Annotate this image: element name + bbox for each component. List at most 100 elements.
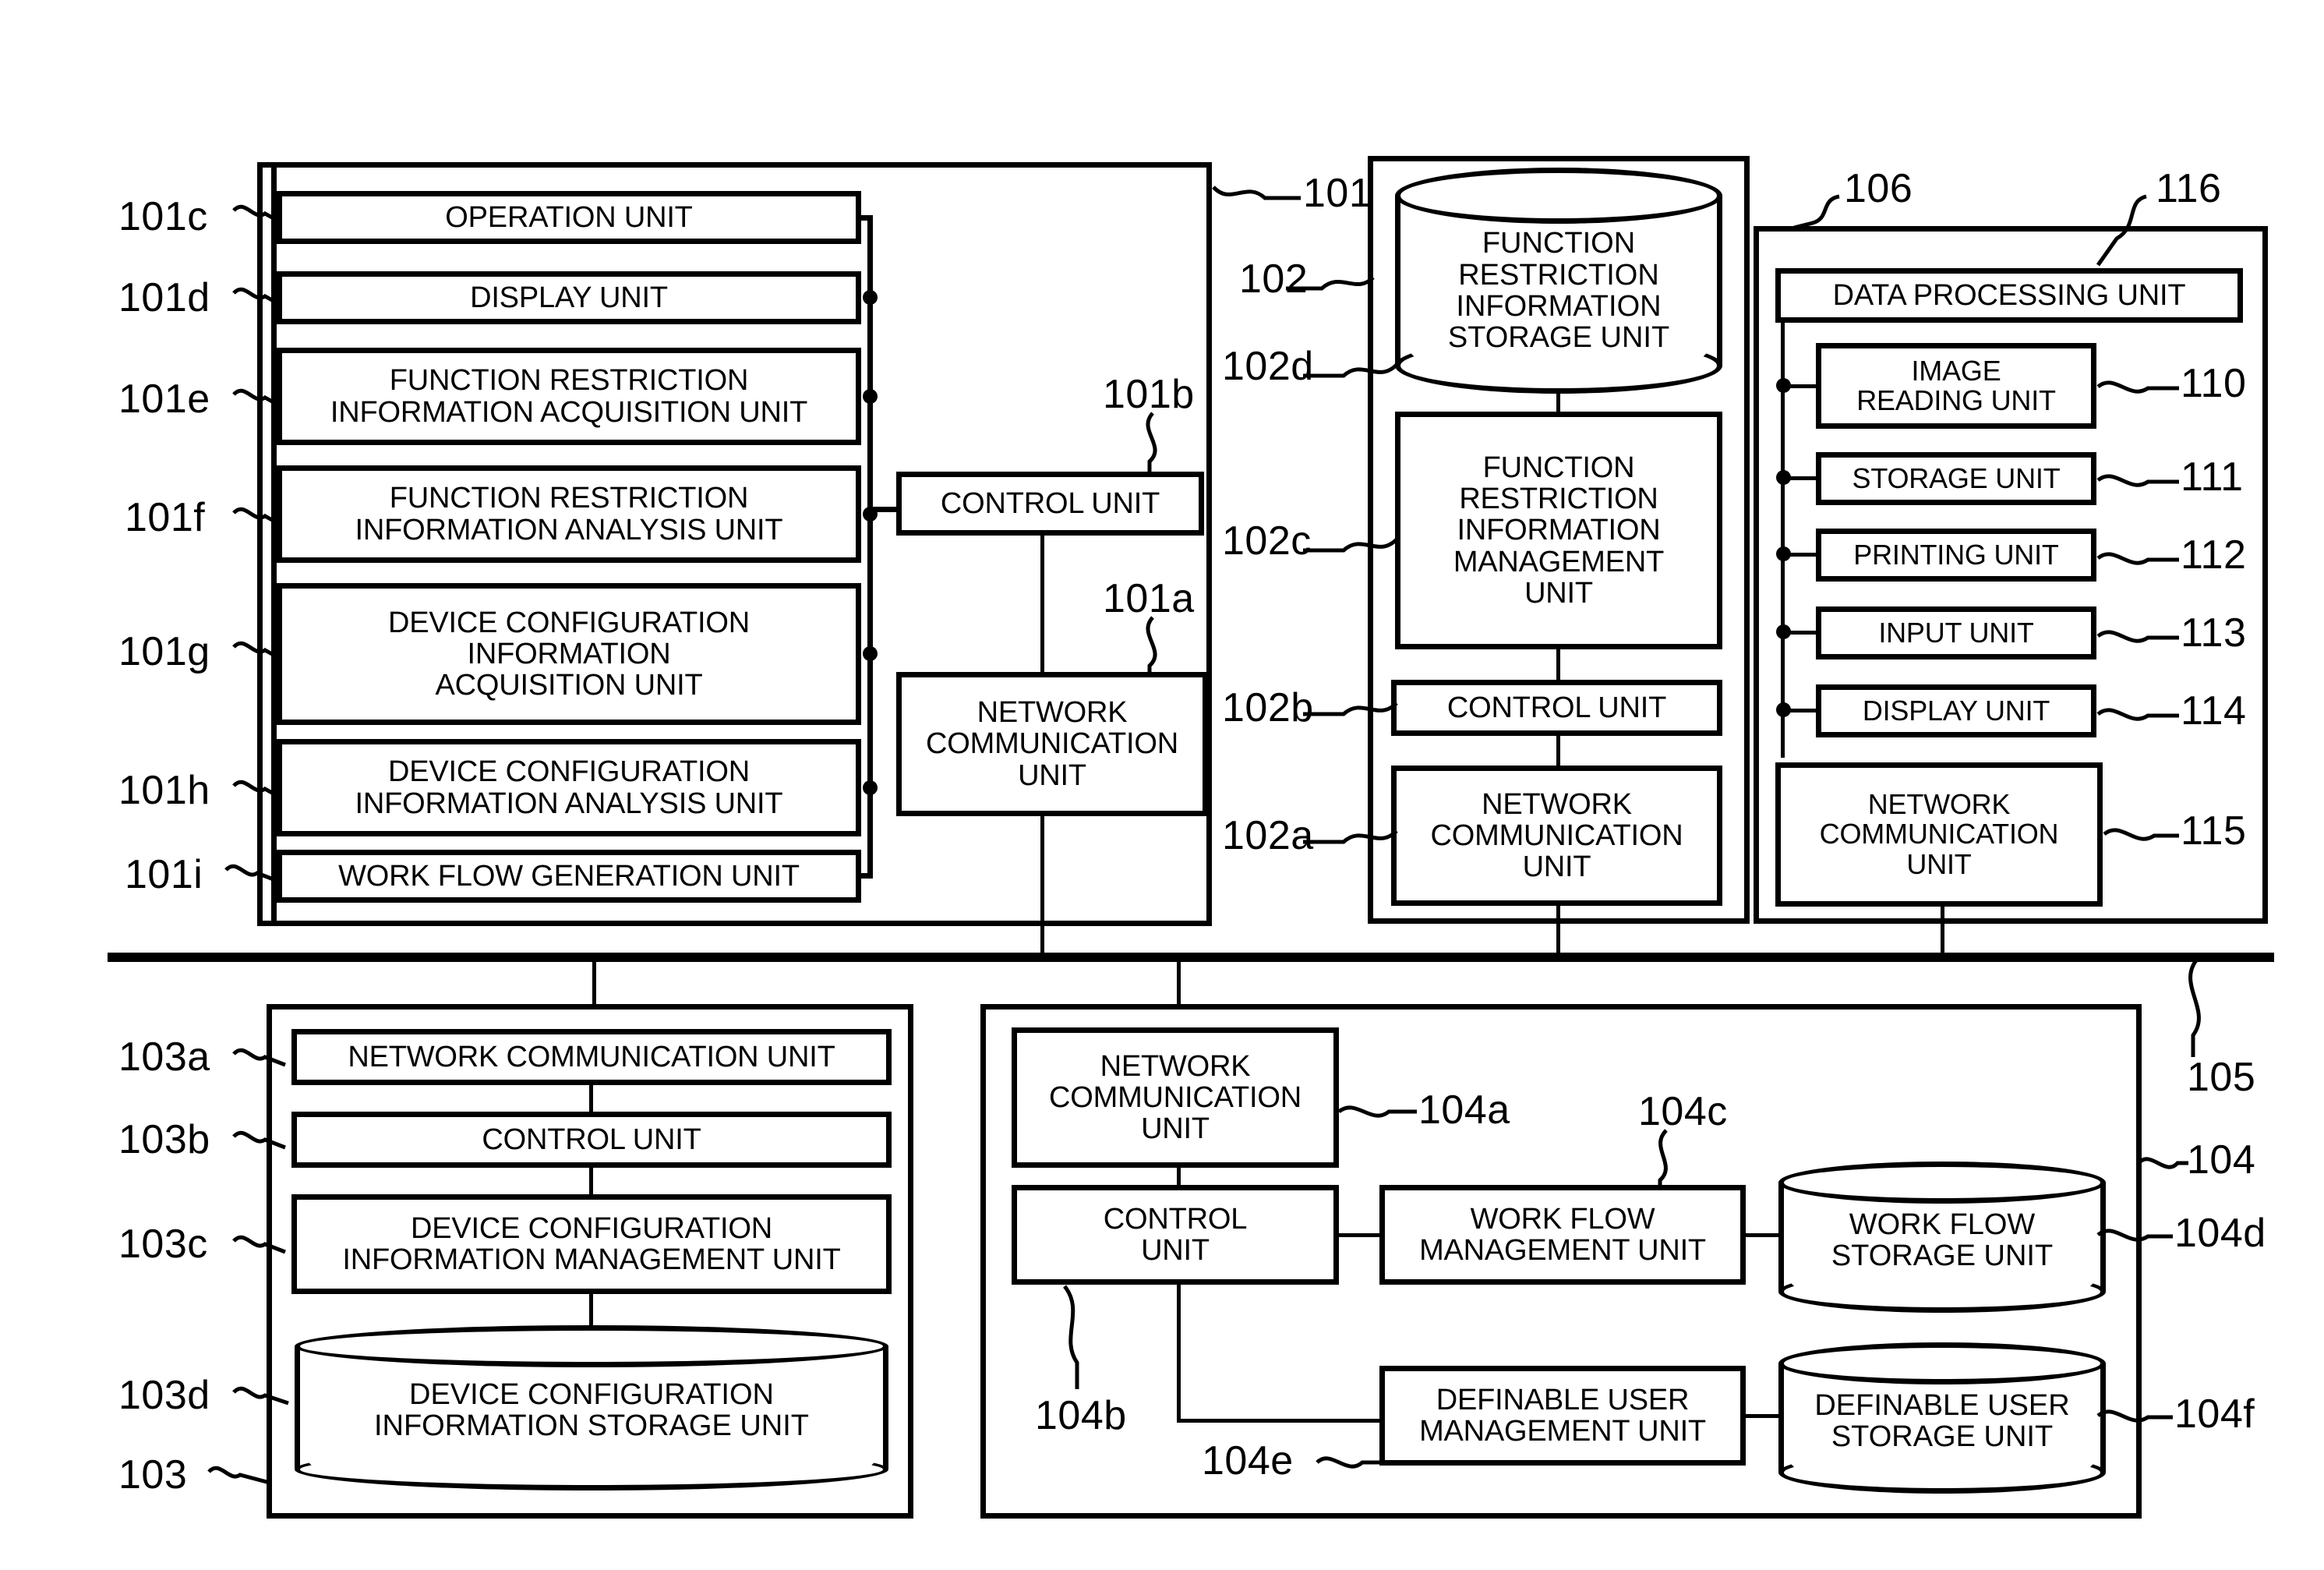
unit-display-114: DISPLAY UNIT bbox=[1816, 684, 2096, 737]
leader-103a bbox=[232, 1048, 286, 1067]
ref-104c: 104c bbox=[1638, 1089, 1728, 1134]
ref-104f: 104f bbox=[2174, 1391, 2255, 1437]
leader-104d bbox=[2096, 1229, 2173, 1242]
storage-func-restriction-102d: FUNCTION RESTRICTION INFORMATION STORAGE… bbox=[1395, 168, 1722, 394]
config-103c-to-103d bbox=[589, 1292, 593, 1328]
junction-dot-114 bbox=[1776, 702, 1791, 717]
unit-dev-cfg-info-acq-101g: DEVICE CONFIGURATION INFORMATION ACQUISI… bbox=[277, 583, 861, 725]
ref-103a: 103a bbox=[118, 1034, 210, 1080]
ref-101d: 101d bbox=[118, 275, 210, 320]
unit-func-restriction-mgmt-102c: FUNCTION RESTRICTION INFORMATION MANAGEM… bbox=[1395, 412, 1722, 649]
workflow-server-to-bus bbox=[1177, 956, 1181, 1004]
ref-115: 115 bbox=[2181, 808, 2247, 854]
storage-definable-user-104f: DEFINABLE USER STORAGE UNIT bbox=[1778, 1342, 2106, 1494]
ref-101g: 101g bbox=[118, 629, 210, 674]
workflow-104a-to-104b bbox=[1177, 1165, 1181, 1188]
leader-104e bbox=[1316, 1456, 1384, 1469]
ref-113: 113 bbox=[2181, 610, 2247, 656]
ref-106: 106 bbox=[1844, 166, 1913, 211]
junction-dot-112 bbox=[1776, 546, 1791, 561]
leader-101f bbox=[232, 507, 281, 526]
leader-114 bbox=[2096, 708, 2179, 721]
client-rail-stub-101i bbox=[860, 873, 873, 879]
unit-printing-112: PRINTING UNIT bbox=[1816, 529, 2096, 582]
ref-114: 114 bbox=[2181, 688, 2247, 734]
workflow-104b-to-104e bbox=[1177, 1419, 1383, 1423]
unit-dev-cfg-mgmt-103c: DEVICE CONFIGURATION INFORMATION MANAGEM… bbox=[291, 1194, 892, 1294]
unit-control-104b: CONTROL UNIT bbox=[1012, 1185, 1339, 1285]
workflow-104b-down bbox=[1177, 1282, 1181, 1421]
unit-operation-101c: OPERATION UNIT bbox=[277, 191, 861, 244]
config-103b-to-103c bbox=[589, 1166, 593, 1197]
junction-dot-101g bbox=[863, 646, 878, 661]
leader-101g bbox=[232, 641, 281, 660]
leader-101 bbox=[1212, 186, 1301, 200]
ref-101: 101 bbox=[1303, 171, 1372, 216]
junction-dot-113 bbox=[1776, 624, 1791, 639]
leader-101h bbox=[232, 780, 281, 799]
leader-116 bbox=[2096, 194, 2147, 267]
junction-dot-111 bbox=[1776, 470, 1791, 485]
ref-103c: 103c bbox=[118, 1222, 208, 1267]
unit-network-comm-102a: NETWORK COMMUNICATION UNIT bbox=[1391, 766, 1722, 906]
unit-input-113: INPUT UNIT bbox=[1816, 606, 2096, 659]
ref-110: 110 bbox=[2181, 361, 2247, 406]
client-left-rail bbox=[271, 168, 277, 924]
leader-102c bbox=[1303, 538, 1398, 553]
restriction-storage-to-mgmt bbox=[1556, 390, 1560, 415]
unit-func-restr-info-analysis-101f: FUNCTION RESTRICTION INFORMATION ANALYSI… bbox=[277, 465, 861, 563]
ref-103: 103 bbox=[118, 1452, 188, 1498]
unit-control-103b: CONTROL UNIT bbox=[291, 1112, 892, 1168]
ref-104a: 104a bbox=[1418, 1087, 1510, 1133]
leader-104 bbox=[2137, 1157, 2188, 1169]
unit-control-101b: CONTROL UNIT bbox=[896, 472, 1204, 536]
leader-103b bbox=[232, 1130, 286, 1150]
client-rail-to-control bbox=[867, 507, 899, 512]
config-server-to-bus bbox=[592, 956, 596, 1004]
leader-115 bbox=[2103, 828, 2179, 841]
unit-workflow-mgmt-104c: WORK FLOW MANAGEMENT UNIT bbox=[1379, 1185, 1746, 1285]
image-network-to-bus bbox=[1941, 904, 1944, 956]
leader-101a bbox=[1146, 616, 1157, 675]
leader-105 bbox=[2188, 959, 2201, 1057]
restriction-mgmt-to-control bbox=[1556, 648, 1560, 682]
leader-102 bbox=[1286, 276, 1375, 291]
ref-111: 111 bbox=[2181, 454, 2244, 500]
leader-101d bbox=[232, 287, 281, 306]
leader-103 bbox=[207, 1466, 270, 1485]
leader-101c bbox=[232, 204, 281, 224]
leader-113 bbox=[2096, 630, 2179, 643]
storage-definable-user-104f-label: DEFINABLE USER STORAGE UNIT bbox=[1814, 1388, 2070, 1453]
ref-105: 105 bbox=[2187, 1055, 2256, 1100]
storage-workflow-104d: WORK FLOW STORAGE UNIT bbox=[1778, 1162, 2106, 1313]
unit-network-comm-103a: NETWORK COMMUNICATION UNIT bbox=[291, 1029, 892, 1085]
unit-control-102b: CONTROL UNIT bbox=[1391, 680, 1722, 736]
workflow-104b-to-104c bbox=[1336, 1233, 1383, 1237]
client-network-to-bus bbox=[1040, 815, 1044, 956]
leader-104b bbox=[1062, 1285, 1079, 1389]
ref-104d: 104d bbox=[2174, 1211, 2266, 1256]
ref-101h: 101h bbox=[118, 768, 210, 813]
junction-dot-101e bbox=[863, 389, 878, 404]
client-control-to-network bbox=[1040, 534, 1044, 674]
unit-network-comm-115: NETWORK COMMUNICATION UNIT bbox=[1775, 762, 2103, 907]
unit-image-reading-110: IMAGE READING UNIT bbox=[1816, 343, 2096, 429]
unit-network-comm-101a: NETWORK COMMUNICATION UNIT bbox=[896, 672, 1208, 816]
storage-workflow-104d-label: WORK FLOW STORAGE UNIT bbox=[1831, 1208, 2054, 1272]
ref-104e: 104e bbox=[1202, 1438, 1294, 1483]
ref-112: 112 bbox=[2181, 532, 2247, 578]
leader-102d bbox=[1303, 363, 1398, 378]
ref-103d: 103d bbox=[118, 1373, 210, 1418]
workflow-104c-to-104d bbox=[1743, 1233, 1782, 1237]
leader-103d bbox=[232, 1386, 289, 1406]
leader-104c bbox=[1658, 1129, 1668, 1188]
leader-103c bbox=[232, 1235, 286, 1254]
junction-dot-101h bbox=[863, 780, 878, 795]
leader-102b bbox=[1303, 702, 1398, 716]
leader-101i bbox=[224, 864, 278, 883]
storage-func-restriction-102d-label: FUNCTION RESTRICTION INFORMATION STORAGE… bbox=[1447, 227, 1670, 355]
config-103a-to-103b bbox=[589, 1084, 593, 1115]
ref-102a: 102a bbox=[1222, 813, 1314, 858]
ref-101b: 101b bbox=[1103, 372, 1195, 417]
restriction-network-to-bus bbox=[1556, 904, 1560, 956]
